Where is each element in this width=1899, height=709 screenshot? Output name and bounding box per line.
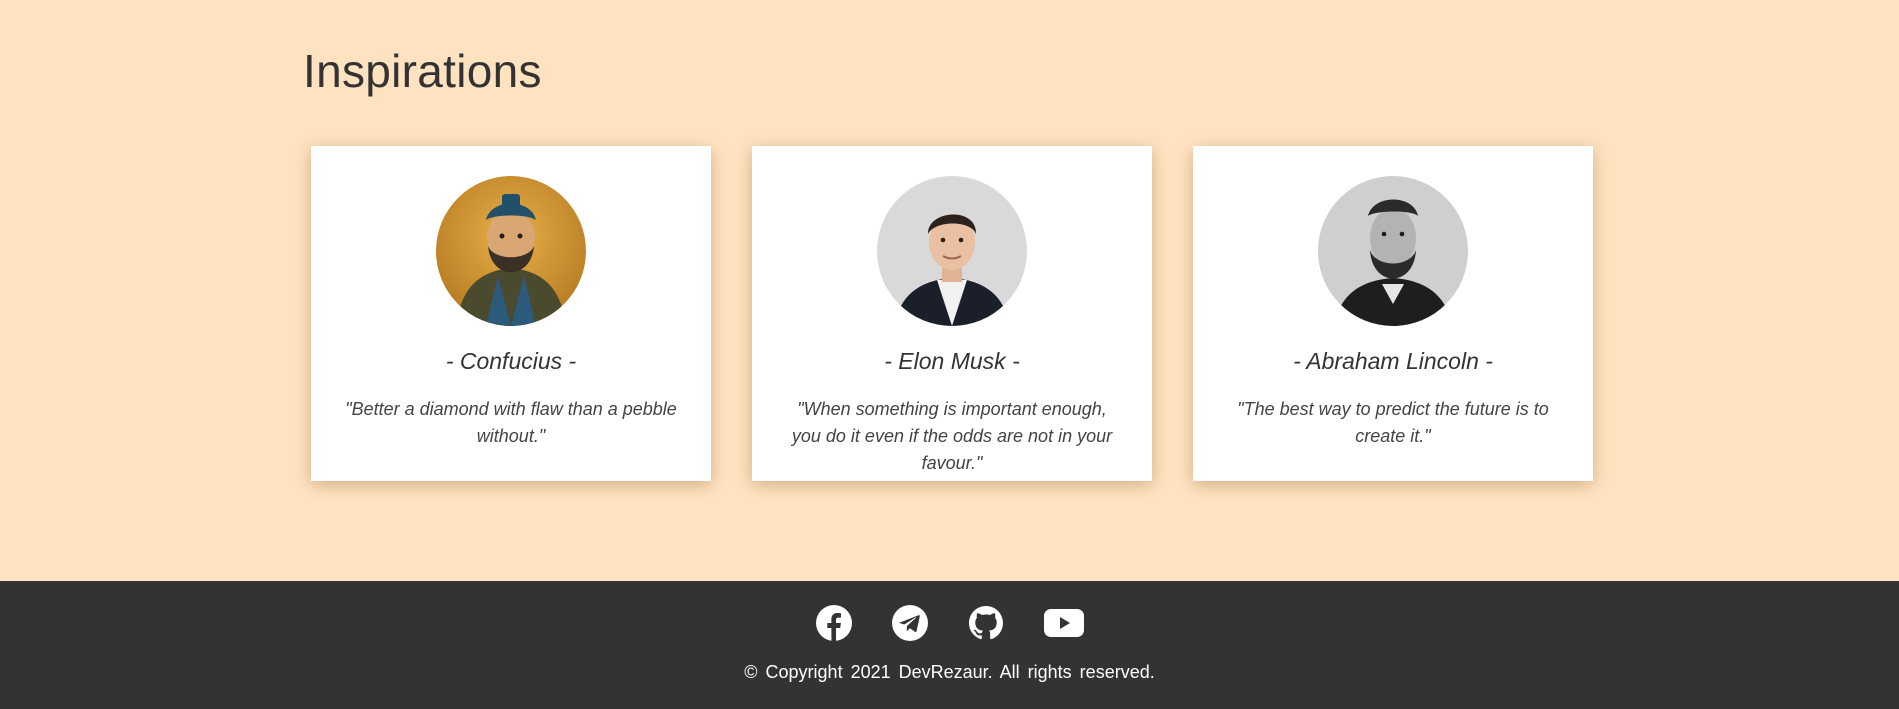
card-quote: "Better a diamond with flaw than a pebbl…: [345, 399, 677, 446]
card-author-name: - Elon Musk -: [884, 348, 1020, 374]
footer: © Copyright 2021 DevRezaur. All rights r…: [0, 581, 1899, 709]
github-icon: [968, 606, 1003, 640]
confucius-portrait-icon: [436, 176, 586, 326]
card-quote: "When something is important enough, you…: [791, 399, 1113, 473]
elon-musk-portrait-icon: [877, 176, 1027, 326]
card-quote: "The best way to predict the future is t…: [1237, 399, 1549, 446]
section-title: Inspirations: [303, 45, 542, 97]
inspirations-section: Inspirations - Confucius - "Better a dia…: [0, 0, 1899, 581]
confucius-avatar: [436, 176, 586, 326]
card-author-name: - Abraham Lincoln -: [1293, 348, 1493, 374]
github-link[interactable]: [968, 605, 1004, 641]
copyright-text: © Copyright 2021 DevRezaur. All rights r…: [744, 662, 1155, 682]
elon-musk-avatar: [877, 176, 1027, 326]
inspiration-card: - Confucius - "Better a diamond with fla…: [311, 146, 711, 481]
telegram-icon: [891, 605, 928, 641]
youtube-icon: [1043, 609, 1084, 637]
facebook-link[interactable]: [815, 605, 852, 641]
abraham-lincoln-avatar: [1318, 176, 1468, 326]
inspiration-card: - Abraham Lincoln - "The best way to pre…: [1193, 146, 1593, 481]
youtube-link[interactable]: [1043, 605, 1084, 641]
inspiration-card: - Elon Musk - "When something is importa…: [752, 146, 1152, 481]
card-author-name: - Confucius -: [445, 348, 577, 374]
social-links: [0, 605, 1899, 641]
facebook-icon: [815, 605, 852, 641]
telegram-link[interactable]: [891, 605, 928, 641]
abraham-lincoln-portrait-icon: [1318, 176, 1468, 326]
